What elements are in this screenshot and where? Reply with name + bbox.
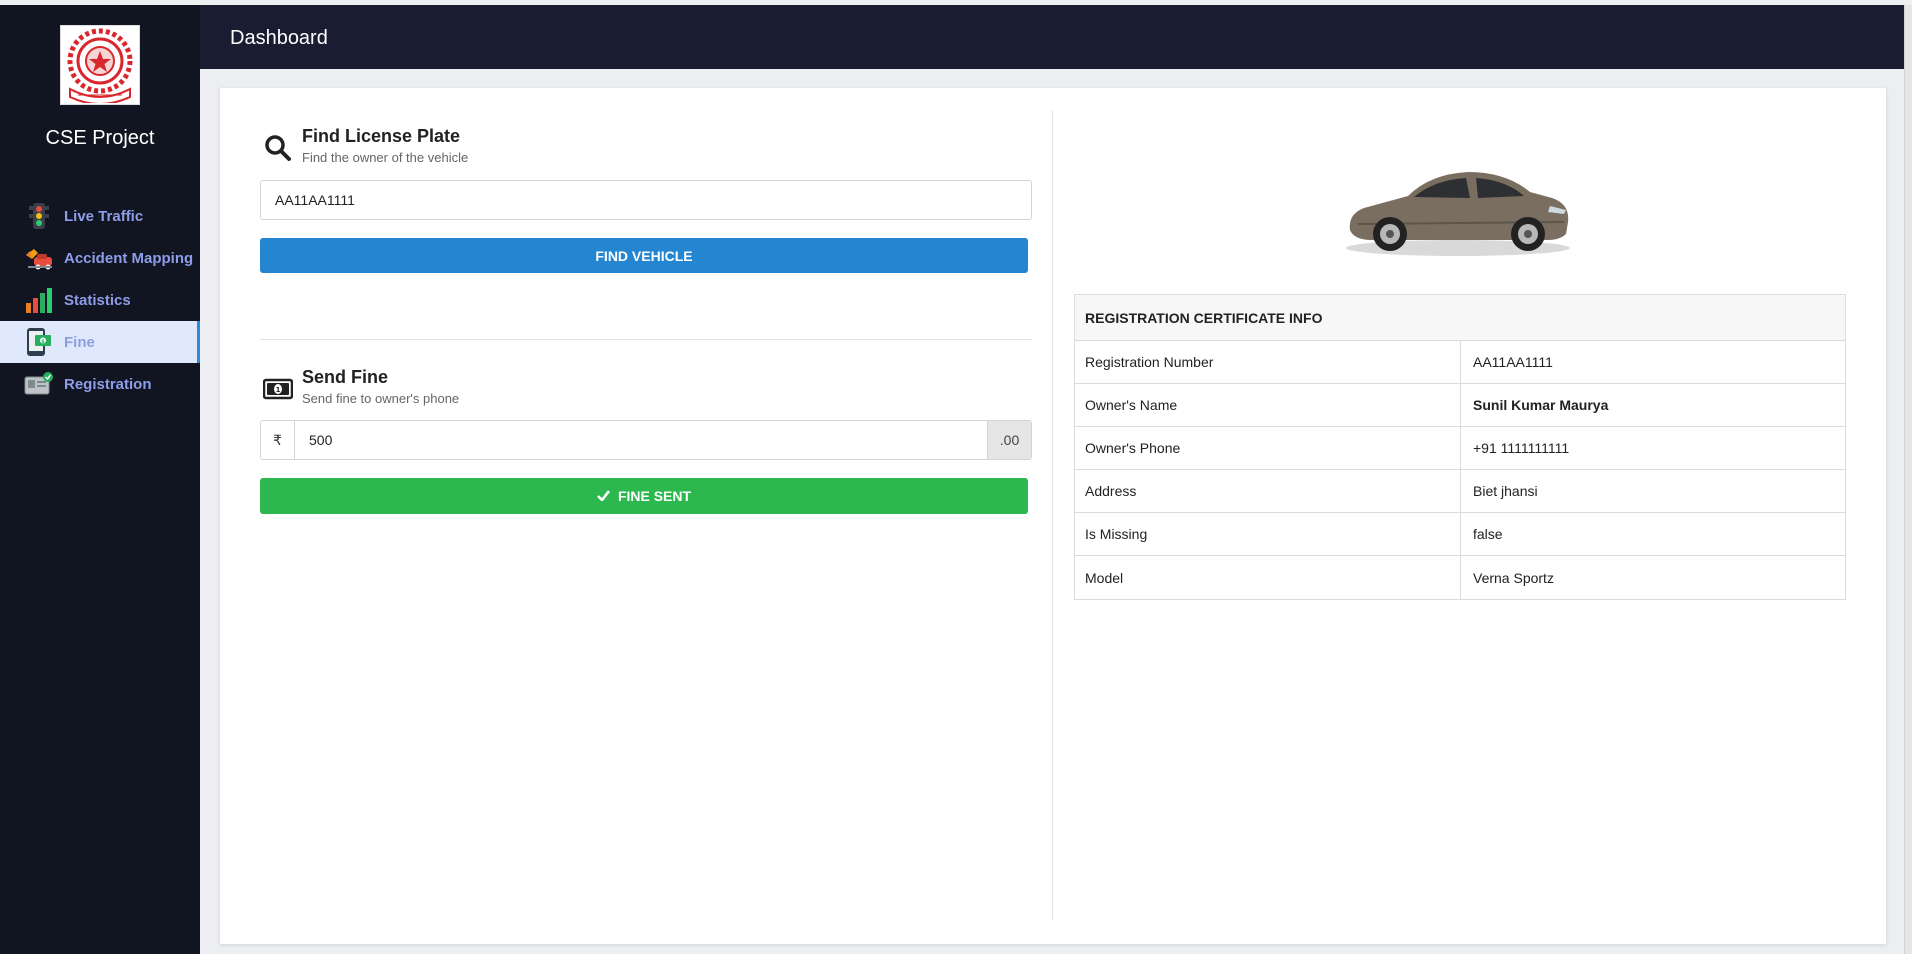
sidebar-item-fine[interactable]: $ Fine: [0, 321, 200, 363]
find-plate-title: Find License Plate: [302, 126, 461, 146]
car-crash-icon: [24, 243, 54, 273]
find-plate-subtitle: Find the owner of the vehicle: [302, 150, 469, 165]
svg-text:1: 1: [276, 386, 281, 394]
find-plate-header: Find License Plate Find the owner of the…: [260, 126, 468, 166]
send-fine-header: 1 Send Fine Send fine to owner's phone: [260, 367, 459, 407]
sidebar-item-label: Accident Mapping: [64, 249, 194, 267]
license-plate-input[interactable]: [260, 180, 1032, 220]
fine-amount-input[interactable]: 500: [295, 421, 987, 459]
check-icon: [597, 488, 610, 504]
find-vehicle-label: FIND VEHICLE: [595, 247, 693, 264]
send-fine-title: Send Fine: [302, 367, 389, 387]
traffic-light-icon: [24, 201, 54, 231]
row-key: Address: [1075, 470, 1461, 512]
registration-info-table: REGISTRATION CERTIFICATE INFO Registrati…: [1074, 294, 1846, 600]
section-divider: [260, 339, 1032, 340]
table-row: Model Verna Sportz: [1075, 556, 1845, 599]
row-value: +91 1111111111: [1473, 440, 1570, 456]
row-value: false: [1473, 526, 1503, 542]
table-row: Is Missing false: [1075, 513, 1845, 556]
bar-chart-icon: [24, 285, 54, 315]
sidebar-item-label: Registration: [64, 375, 152, 393]
fine-amount-input-group: ₹ 500 .00: [260, 420, 1032, 460]
sidebar-item-registration[interactable]: Registration: [0, 363, 200, 405]
row-key: Owner's Name: [1075, 384, 1461, 426]
money-bill-icon: 1: [260, 371, 296, 407]
sidebar: CSE Project Live Traffic Accident Mappin…: [0, 5, 200, 954]
row-key: Model: [1075, 556, 1461, 599]
page-title: Dashboard: [230, 27, 328, 49]
registration-info-title: REGISTRATION CERTIFICATE INFO: [1075, 295, 1845, 341]
fine-phone-icon: $: [24, 327, 54, 357]
sidebar-item-label: Fine: [64, 333, 95, 351]
fine-sent-label: FINE SENT: [617, 488, 692, 504]
row-key: Is Missing: [1075, 513, 1461, 555]
main-card: Find License Plate Find the owner of the…: [220, 88, 1886, 944]
sidebar-item-label: Statistics: [64, 291, 131, 309]
row-value: Biet jhansi: [1473, 483, 1538, 499]
sidebar-item-label: Live Traffic: [64, 207, 144, 225]
top-header: Dashboard: [200, 5, 1904, 69]
row-value: AA11AA1111: [1473, 354, 1553, 370]
row-key: Registration Number: [1075, 341, 1461, 383]
sidebar-nav: Live Traffic Accident Mapping Statistics…: [0, 195, 200, 405]
institute-logo: [60, 25, 140, 105]
table-row: Owner's Name Sunil Kumar Maurya: [1075, 384, 1845, 427]
sidebar-item-statistics[interactable]: Statistics: [0, 279, 200, 321]
app-name: CSE Project: [45, 127, 155, 149]
row-value: Verna Sportz: [1473, 569, 1554, 586]
row-value: Sunil Kumar Maurya: [1473, 397, 1609, 413]
column-divider: [1052, 110, 1053, 920]
table-row: Owner's Phone +91 1111111111: [1075, 427, 1845, 470]
sidebar-item-accident-mapping[interactable]: Accident Mapping: [0, 237, 200, 279]
search-icon: [260, 130, 296, 166]
svg-text:$: $: [41, 339, 45, 345]
row-key: Owner's Phone: [1075, 427, 1461, 469]
scrollbar[interactable]: [1904, 5, 1912, 954]
table-row: Address Biet jhansi: [1075, 470, 1845, 513]
registration-card-icon: [24, 369, 54, 399]
currency-addon: ₹: [261, 421, 295, 459]
send-fine-subtitle: Send fine to owner's phone: [302, 391, 460, 406]
table-row: Registration Number AA11AA1111: [1075, 341, 1845, 384]
find-vehicle-button[interactable]: FIND VEHICLE: [260, 238, 1028, 273]
vehicle-image: [1338, 152, 1578, 262]
sidebar-item-live-traffic[interactable]: Live Traffic: [0, 195, 200, 237]
decimal-addon: .00: [987, 421, 1031, 459]
fine-sent-button[interactable]: FINE SENT: [260, 478, 1028, 514]
